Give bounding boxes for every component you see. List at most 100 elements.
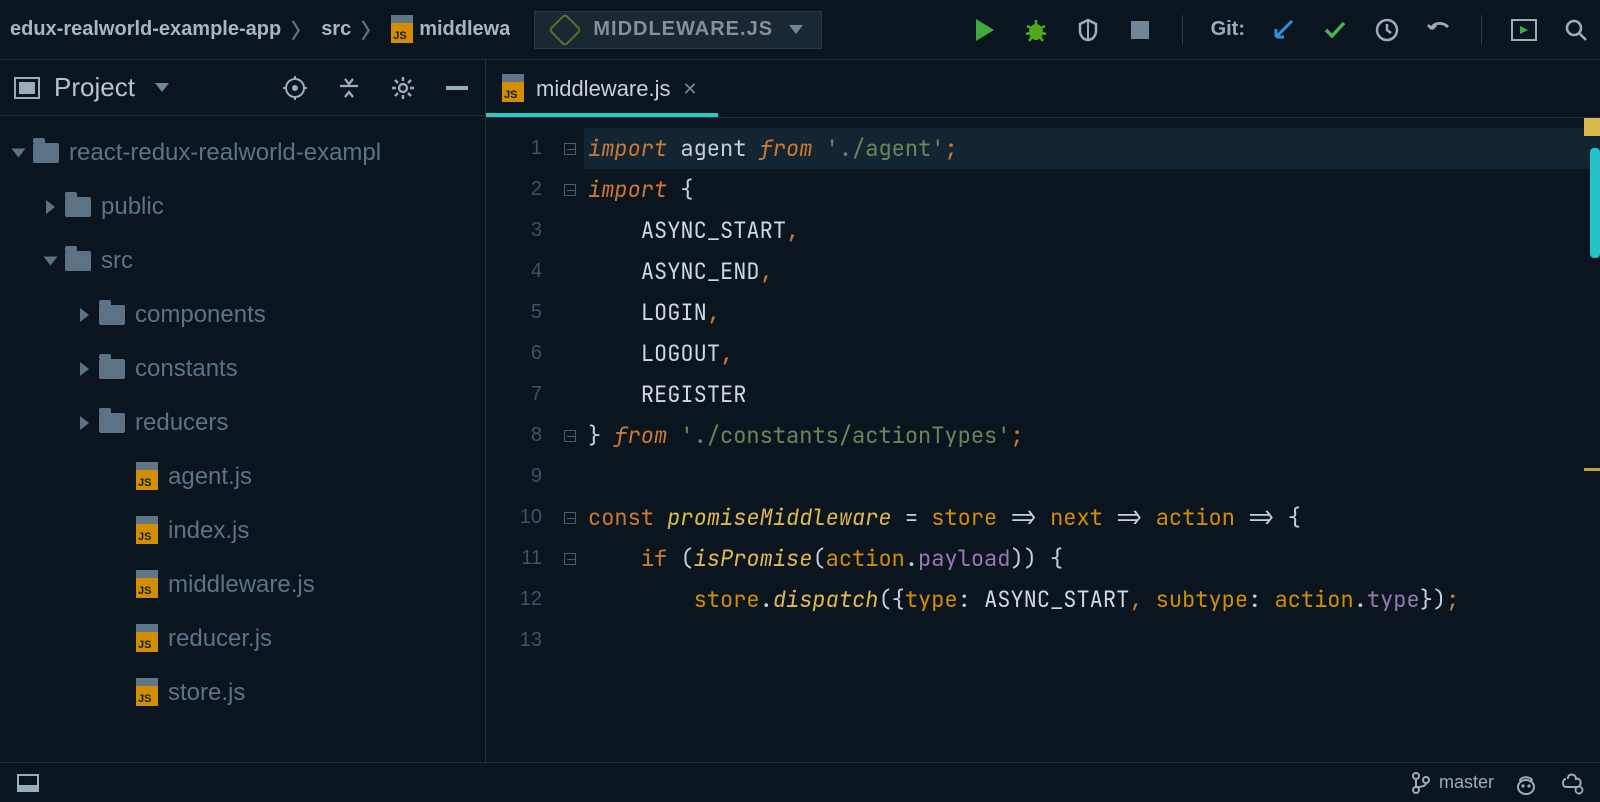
line-number[interactable]: 9 — [486, 456, 556, 497]
breadcrumb-src[interactable]: src — [321, 18, 351, 41]
fold-indicator[interactable] — [556, 210, 584, 251]
line-number[interactable]: 12 — [486, 579, 556, 620]
search-everywhere-button[interactable] — [1562, 16, 1590, 44]
tree-item-label: store.js — [168, 679, 245, 707]
code-line[interactable]: const promiseMiddleware = store => next … — [584, 497, 1600, 538]
git-commit-button[interactable] — [1321, 16, 1349, 44]
fold-indicator[interactable] — [556, 251, 584, 292]
code-line[interactable]: if (isPromise(action.payload)) { — [584, 538, 1600, 579]
tree-item[interactable]: public — [6, 180, 485, 234]
fold-indicator[interactable] — [556, 292, 584, 333]
code-line[interactable]: ASYNC_START, — [584, 210, 1600, 251]
tool-window-settings-button[interactable] — [389, 74, 417, 102]
nodejs-icon — [548, 13, 582, 47]
tree-item[interactable]: JSstore.js — [6, 666, 485, 720]
fold-indicator[interactable] — [556, 128, 584, 169]
tree-item[interactable]: react-redux-realworld-exampl — [6, 126, 485, 180]
fold-indicator[interactable] — [556, 415, 584, 456]
code-line[interactable]: ASYNC_END, — [584, 251, 1600, 292]
fold-indicator[interactable] — [556, 333, 584, 374]
debug-button[interactable] — [1022, 16, 1050, 44]
fold-gutter[interactable] — [556, 118, 584, 762]
chevron-down-icon[interactable] — [155, 83, 169, 92]
fold-indicator[interactable] — [556, 169, 584, 210]
line-number[interactable]: 2 — [486, 169, 556, 210]
run-dashboard-button[interactable] — [1510, 16, 1538, 44]
tree-item[interactable]: JSagent.js — [6, 450, 485, 504]
tree-item-label: index.js — [168, 517, 249, 545]
code-line[interactable]: import { — [584, 169, 1600, 210]
fold-indicator[interactable] — [556, 456, 584, 497]
code-editor[interactable]: 12345678910111213 import agent from './a… — [486, 118, 1600, 762]
tree-item-label: middleware.js — [168, 571, 315, 599]
coverage-button[interactable] — [1074, 16, 1102, 44]
tab-middleware-js[interactable]: JS middleware.js ✕ — [486, 65, 718, 117]
chevron-right-icon[interactable] — [80, 308, 89, 322]
tool-windows-quick-access-button[interactable] — [14, 769, 42, 797]
line-number[interactable]: 3 — [486, 210, 556, 251]
fold-indicator[interactable] — [556, 374, 584, 415]
breadcrumb[interactable]: edux-realworld-example-app 〉 src 〉 JS mi… — [10, 15, 510, 44]
code-line[interactable]: LOGIN, — [584, 292, 1600, 333]
locate-file-button[interactable] — [281, 74, 309, 102]
line-number[interactable]: 6 — [486, 333, 556, 374]
chevron-right-icon[interactable] — [46, 200, 55, 214]
run-configuration-selector[interactable]: MIDDLEWARE.JS — [534, 11, 822, 49]
tree-item[interactable]: src — [6, 234, 485, 288]
fold-indicator[interactable] — [556, 497, 584, 538]
tree-item[interactable]: JSreducer.js — [6, 612, 485, 666]
project-header[interactable]: Project — [0, 60, 485, 116]
chevron-right-icon[interactable] — [80, 416, 89, 430]
line-number[interactable]: 8 — [486, 415, 556, 456]
line-number[interactable]: 5 — [486, 292, 556, 333]
line-number[interactable]: 7 — [486, 374, 556, 415]
fold-indicator[interactable] — [556, 579, 584, 620]
line-number[interactable]: 1 — [486, 128, 556, 169]
line-number-gutter[interactable]: 12345678910111213 — [486, 118, 556, 762]
code-content[interactable]: import agent from './agent';import { ASY… — [584, 118, 1600, 762]
chevron-right-icon[interactable] — [80, 362, 89, 376]
code-line[interactable]: } from './constants/actionTypes'; — [584, 415, 1600, 456]
code-line[interactable]: REGISTER — [584, 374, 1600, 415]
project-tree[interactable]: react-redux-realworld-examplpublicsrc com… — [0, 116, 485, 730]
folder-icon — [99, 413, 125, 433]
code-line[interactable]: LOGOUT, — [584, 333, 1600, 374]
tree-item[interactable]: reducers — [6, 396, 485, 450]
undo-button[interactable] — [1425, 16, 1453, 44]
code-line[interactable]: import agent from './agent'; — [584, 128, 1600, 169]
collapse-all-button[interactable] — [335, 74, 363, 102]
run-button[interactable] — [970, 16, 998, 44]
sync-settings-widget[interactable] — [1558, 769, 1586, 797]
code-line[interactable] — [584, 456, 1600, 497]
breadcrumb-file[interactable]: middlewa — [419, 18, 510, 41]
js-file-icon: JS — [136, 468, 158, 490]
analysis-warning-marker[interactable] — [1584, 118, 1600, 136]
stop-button[interactable] — [1126, 16, 1154, 44]
line-number[interactable]: 10 — [486, 497, 556, 538]
line-number[interactable]: 4 — [486, 251, 556, 292]
git-history-button[interactable] — [1373, 16, 1401, 44]
code-line[interactable]: store.dispatch({type: ASYNC_START, subty… — [584, 579, 1600, 620]
hide-tool-window-button[interactable] — [443, 74, 471, 102]
fold-indicator[interactable] — [556, 620, 584, 661]
fold-indicator[interactable] — [556, 538, 584, 579]
tree-item[interactable]: JSmiddleware.js — [6, 558, 485, 612]
warning-marker[interactable] — [1584, 468, 1600, 471]
git-update-button[interactable] — [1269, 16, 1297, 44]
chevron-down-icon[interactable] — [12, 149, 26, 158]
tree-item[interactable]: constants — [6, 342, 485, 396]
git-branch-widget[interactable]: master — [1411, 772, 1494, 794]
code-line[interactable] — [584, 620, 1600, 661]
tree-item[interactable]: JSindex.js — [6, 504, 485, 558]
chevron-down-icon[interactable] — [44, 257, 58, 266]
line-number[interactable]: 11 — [486, 538, 556, 579]
breadcrumb-root[interactable]: edux-realworld-example-app — [10, 18, 281, 41]
scrollbar-thumb[interactable] — [1590, 148, 1600, 258]
line-number[interactable]: 13 — [486, 620, 556, 661]
status-bar: master — [0, 762, 1600, 802]
tree-item-label: components — [135, 301, 266, 329]
tree-item[interactable]: components — [6, 288, 485, 342]
inspector-widget[interactable] — [1512, 769, 1540, 797]
error-stripe[interactable] — [1584, 118, 1600, 762]
close-icon[interactable]: ✕ — [683, 79, 698, 100]
